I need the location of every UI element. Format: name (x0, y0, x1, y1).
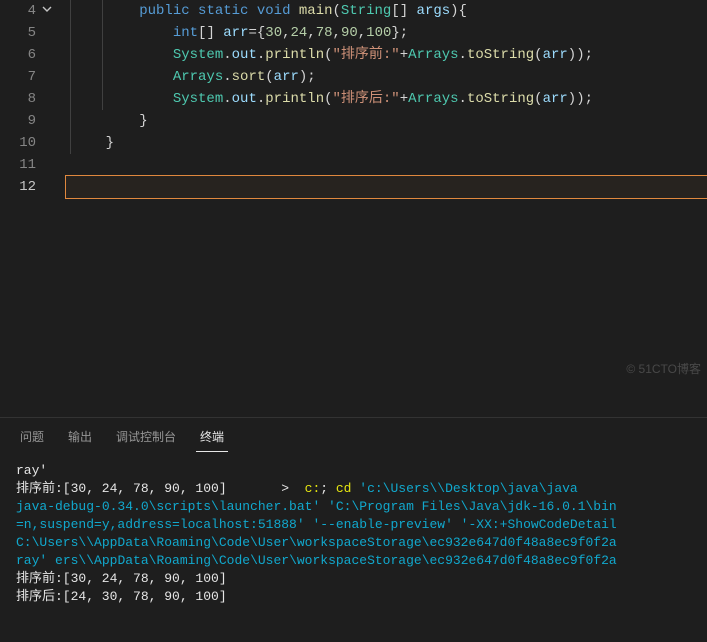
indent-guide (102, 0, 103, 110)
code-line[interactable]: System.out.println("排序后:"+Arrays.toStrin… (66, 88, 707, 110)
panel-tab[interactable]: 输出 (64, 426, 96, 452)
code-line[interactable]: } (66, 110, 707, 132)
terminal-line: 排序后:[24, 30, 78, 90, 100] (16, 588, 691, 606)
terminal-output[interactable]: ray'排序前:[30, 24, 78, 90, 100] > c:; cd '… (0, 458, 707, 610)
code-editor[interactable]: 456789101112 Run | Debug public static v… (0, 0, 707, 360)
code-line[interactable]: public static void main(String[] args){ (66, 0, 707, 22)
terminal-line: =n,suspend=y,address=localhost:51888' '-… (16, 516, 691, 534)
terminal-line: java-debug-0.34.0\scripts\launcher.bat' … (16, 498, 691, 516)
code-line[interactable]: } (66, 132, 707, 154)
bottom-panel: 问题输出调试控制台终端 ray'排序前:[30, 24, 78, 90, 100… (0, 417, 707, 642)
terminal-line: ray' ers\\AppData\Roaming\Code\User\work… (16, 552, 691, 570)
line-number: 7 (0, 66, 52, 88)
codelens[interactable]: Run | Debug (66, 0, 183, 2)
code-line[interactable] (66, 176, 707, 198)
code-line[interactable]: System.out.println("排序前:"+Arrays.toStrin… (66, 44, 707, 66)
code-area[interactable]: Run | Debug public static void main(Stri… (60, 0, 707, 360)
line-number: 4 (0, 0, 52, 22)
panel-tabbar: 问题输出调试控制台终端 (0, 418, 707, 458)
code-lines[interactable]: public static void main(String[] args){ … (66, 0, 707, 198)
panel-tab[interactable]: 终端 (196, 426, 228, 452)
panel-tab[interactable]: 问题 (16, 426, 48, 452)
watermark: © 51CTO博客 (626, 360, 701, 377)
terminal-line: C:\Users\\AppData\Roaming\Code\User\work… (16, 534, 691, 552)
terminal-line: ray' (16, 462, 691, 480)
terminal-line: 排序前:[30, 24, 78, 90, 100] (16, 570, 691, 588)
line-number: 9 (0, 110, 52, 132)
line-number: 12 (0, 176, 52, 198)
line-number: 6 (0, 44, 52, 66)
code-line[interactable]: int[] arr={30,24,78,90,100}; (66, 22, 707, 44)
line-number: 5 (0, 22, 52, 44)
panel-tab[interactable]: 调试控制台 (112, 426, 180, 452)
line-number: 8 (0, 88, 52, 110)
indent-guide (70, 0, 71, 154)
line-number: 11 (0, 154, 52, 176)
terminal-line: 排序前:[30, 24, 78, 90, 100] > c:; cd 'c:\U… (16, 480, 691, 498)
fold-chevron-icon[interactable] (40, 0, 52, 22)
code-line[interactable]: Arrays.sort(arr); (66, 66, 707, 88)
code-line[interactable] (66, 154, 707, 176)
line-number: 10 (0, 132, 52, 154)
line-gutter: 456789101112 (0, 0, 60, 360)
